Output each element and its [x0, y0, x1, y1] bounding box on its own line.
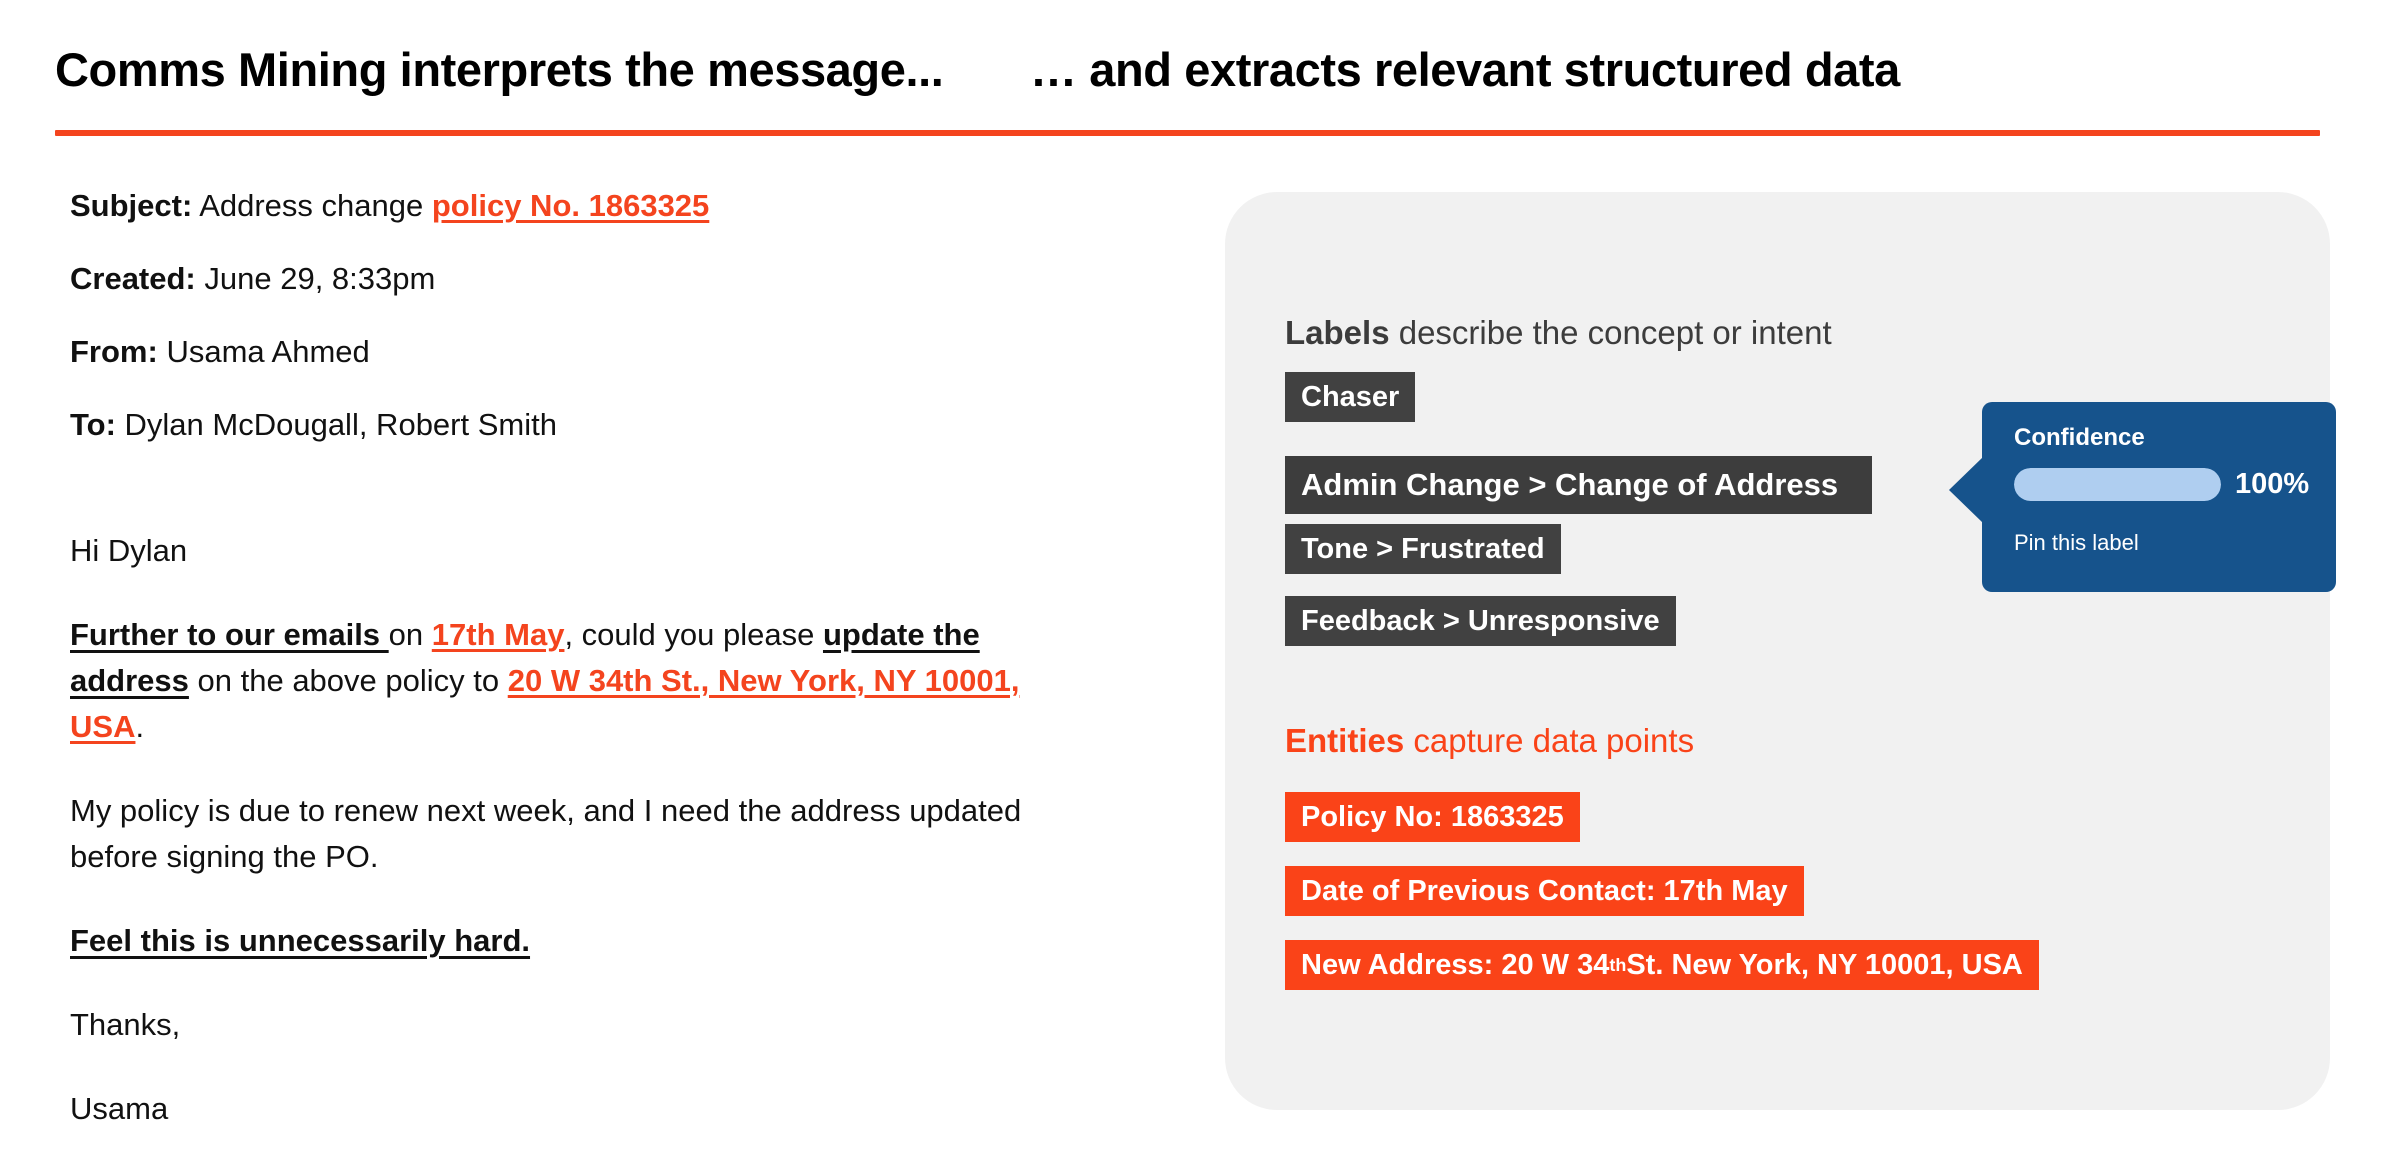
confidence-percent-value: 100% — [2235, 468, 2310, 500]
label-chip-text: Chaser — [1301, 380, 1400, 413]
email-body: Hi Dylan Further to our emails on 17th M… — [70, 528, 1030, 1170]
meta-value-created: June 29, 8:33pm — [195, 261, 436, 296]
entities-title-rest: capture data points — [1404, 722, 1695, 759]
labels-title-rest: describe the concept or intent — [1389, 314, 1832, 351]
email-greeting: Hi Dylan — [70, 533, 188, 568]
email-meta-row-to: To: Dylan McDougall, Robert Smith — [70, 409, 1150, 440]
body-text-on: on — [388, 617, 432, 652]
meta-value-to: Dylan McDougall, Robert Smith — [115, 407, 557, 442]
label-chip-text: Admin Change > Change of Address — [1301, 467, 1839, 502]
highlight-feel-this-is-unnecessarily-hard: Feel this is unnecessarily hard. — [70, 923, 531, 958]
label-chip-feedback-unresponsive[interactable]: Feedback > Unresponsive — [1285, 596, 1676, 646]
label-chip-text: Tone > Frustrated — [1301, 532, 1545, 565]
tooltip-arrow-icon — [1949, 457, 1983, 523]
left-panel: Comms Mining interprets the message... S… — [0, 0, 1200, 1146]
entity-chip-date-of-previous-contact[interactable]: Date of Previous Contact: 17th May — [1285, 866, 1804, 916]
highlight-further-to-our-emails: Further to our emails — [70, 617, 389, 652]
meta-value-from: Usama Ahmed — [157, 334, 370, 369]
meta-label-from: From: — [70, 334, 158, 369]
entity-chip-text-suffix: St. New York, NY 10001, USA — [1626, 948, 2023, 981]
label-chip-admin-change-of-address[interactable]: Admin Change > Change of Address — [1285, 456, 1873, 514]
confidence-progress-fill — [2014, 468, 2221, 501]
entity-chip-new-address[interactable]: New Address: 20 W 34th St. New York, NY … — [1285, 940, 2039, 990]
meta-label-created: Created: — [70, 261, 196, 296]
entity-policy-number-inline: policy No. 1863325 — [431, 188, 710, 223]
confidence-row: 100% — [2014, 468, 2310, 501]
email-meta-row-created: Created: June 29, 8:33pm — [70, 263, 1150, 294]
label-chip-chaser[interactable]: Chaser — [1285, 372, 1416, 422]
email-signoff-name: Usama — [70, 1091, 169, 1126]
body-text-above-policy-to: on the above policy to — [188, 663, 508, 698]
entity-chip-policy-no[interactable]: Policy No: 1863325 — [1285, 792, 1580, 842]
labels-title-bold: Labels — [1285, 314, 1390, 351]
entity-chip-text: New Address: 20 W 34 — [1301, 948, 1610, 981]
labels-section-title: Labels describe the concept or intent — [1285, 314, 1832, 352]
right-panel-heading: … and extracts relevant structured data — [1030, 43, 1900, 96]
entity-date-17th-may-inline: 17th May — [431, 617, 565, 652]
confidence-progress-track — [2014, 468, 2221, 501]
label-chip-text: Feedback > Unresponsive — [1301, 604, 1660, 637]
body-text-period: . — [135, 709, 145, 744]
entities-title-bold: Entities — [1285, 722, 1405, 759]
email-signoff-thanks: Thanks, — [70, 1007, 181, 1042]
meta-label-to: To: — [70, 407, 116, 442]
email-meta-row-from: From: Usama Ahmed — [70, 336, 1150, 367]
body-text-could-you-please: , could you please — [564, 617, 823, 652]
label-chip-tone-frustrated[interactable]: Tone > Frustrated — [1285, 524, 1561, 574]
email-paragraph-renewal: My policy is due to renew next week, and… — [70, 793, 1022, 874]
entity-chip-text: Date of Previous Contact: 17th May — [1301, 874, 1788, 907]
email-paragraph-request: Further to our emails on 17th May, could… — [70, 612, 1030, 750]
email-metadata: Subject: Address change policy No. 18633… — [70, 190, 1150, 440]
entities-section-title: Entities capture data points — [1285, 722, 1694, 760]
meta-value-subject: Address change — [192, 188, 432, 223]
email-meta-row-subject: Subject: Address change policy No. 18633… — [70, 190, 1150, 221]
left-heading-rule — [55, 130, 1119, 136]
left-panel-heading: Comms Mining interprets the message... — [55, 43, 944, 96]
meta-label-subject: Subject: — [70, 188, 193, 223]
pin-this-label-link[interactable]: Pin this label — [2014, 530, 2139, 556]
confidence-tooltip: Confidence 100% Pin this label — [1949, 402, 2336, 592]
entity-chip-text: Policy No: 1863325 — [1301, 800, 1564, 833]
right-heading-rule — [1030, 130, 2320, 136]
slide-canvas: Comms Mining interprets the message... S… — [0, 0, 2398, 1146]
tooltip-title: Confidence — [2014, 424, 2145, 451]
